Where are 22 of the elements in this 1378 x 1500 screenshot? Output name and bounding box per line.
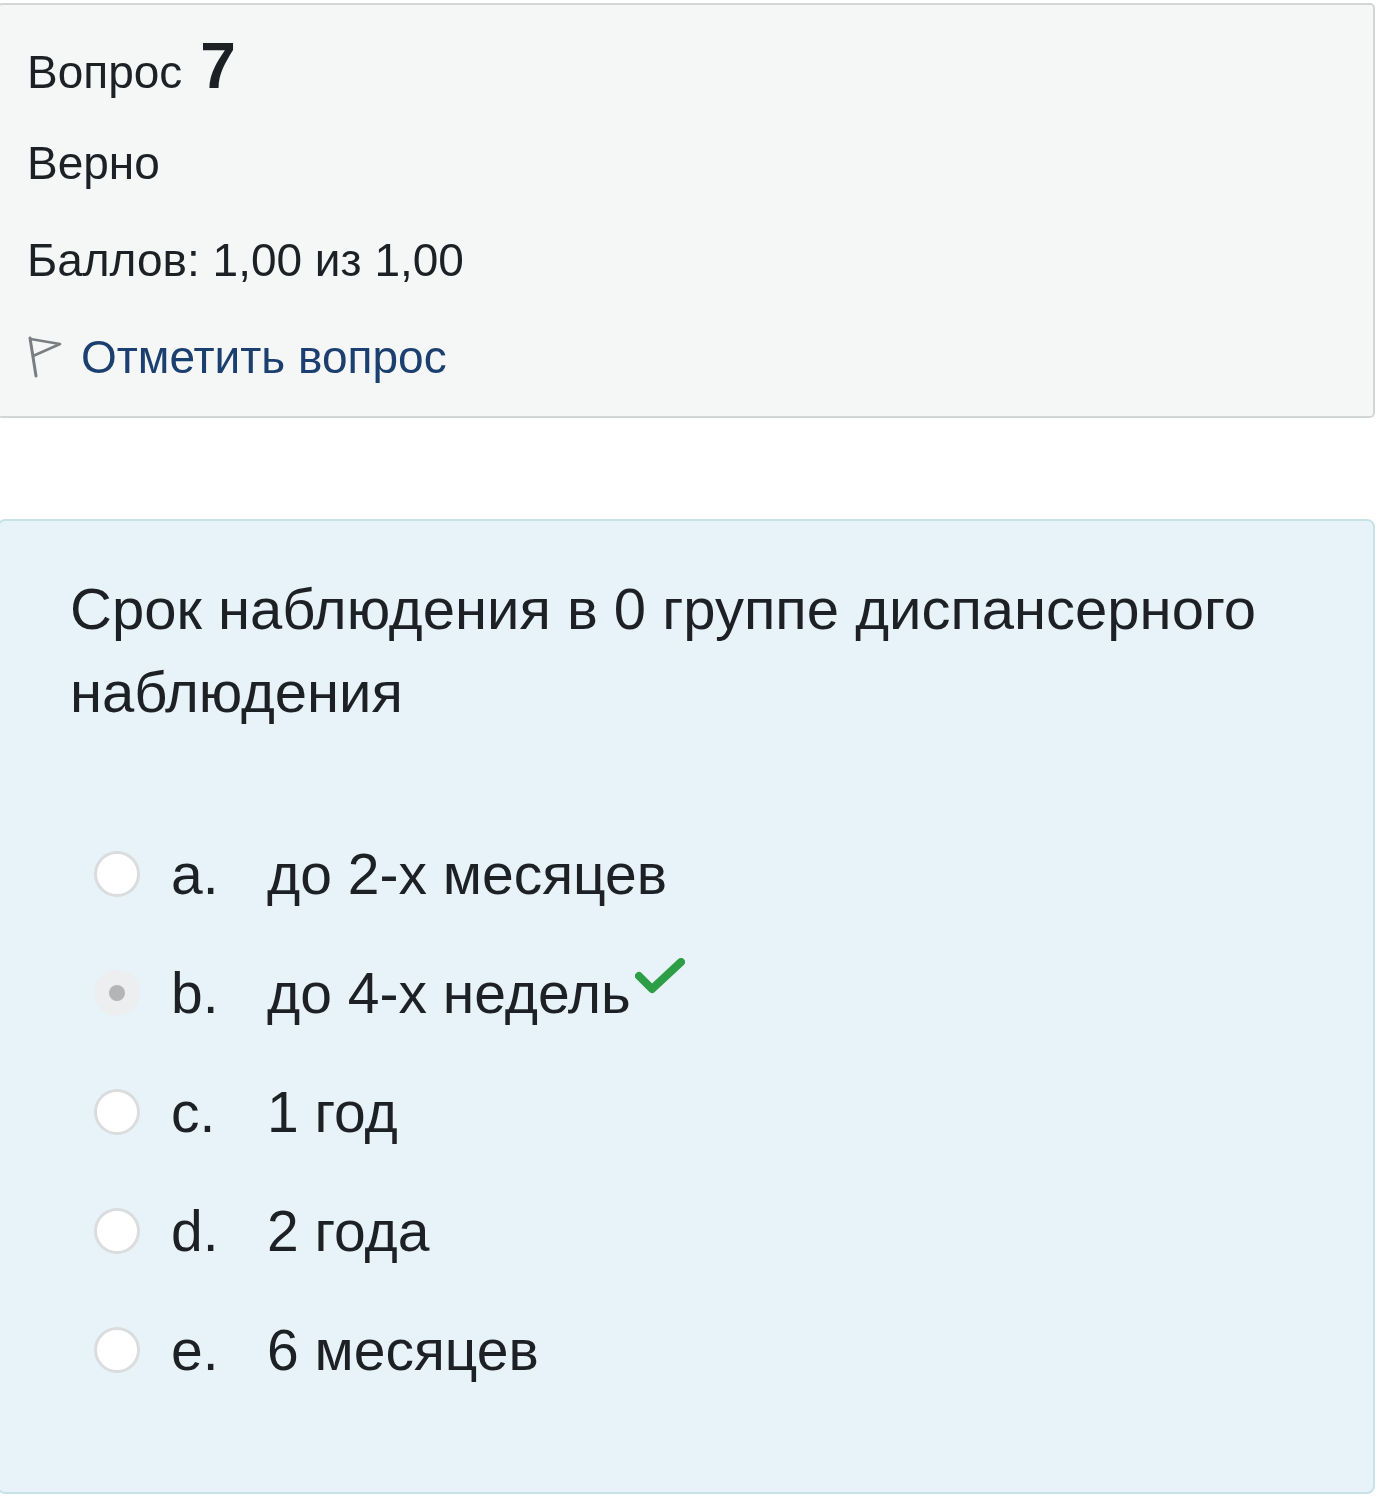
option-text: до 2-х месяцев [267,841,668,908]
option-text: 6 месяцев [267,1317,539,1384]
radio-button[interactable] [94,851,140,897]
question-number: 7 [200,31,236,101]
option-letter: a. [171,841,220,908]
question-state: Верно [27,136,160,191]
question-text: Срок наблюдения в 0 группе диспансерного наблюдения [70,575,1258,726]
flag-icon [27,336,63,378]
radio-button[interactable] [94,970,140,1016]
option-text: 1 год [267,1079,398,1146]
question-grade: Баллов: 1,00 из 1,00 [27,233,464,288]
radio-button[interactable] [94,1208,140,1254]
radio-button[interactable] [94,1089,140,1135]
option-letter: c. [171,1079,217,1146]
option-text: до 4-х недель [267,960,631,1027]
option-letter: d. [171,1198,220,1265]
option-letter: e. [171,1317,220,1384]
option-letter: b. [171,960,220,1027]
radio-button[interactable] [94,1327,140,1373]
option-text: 2 года [267,1198,430,1265]
question-label: Вопрос [27,45,183,100]
flag-question-link[interactable]: Отметить вопрос [81,329,447,385]
